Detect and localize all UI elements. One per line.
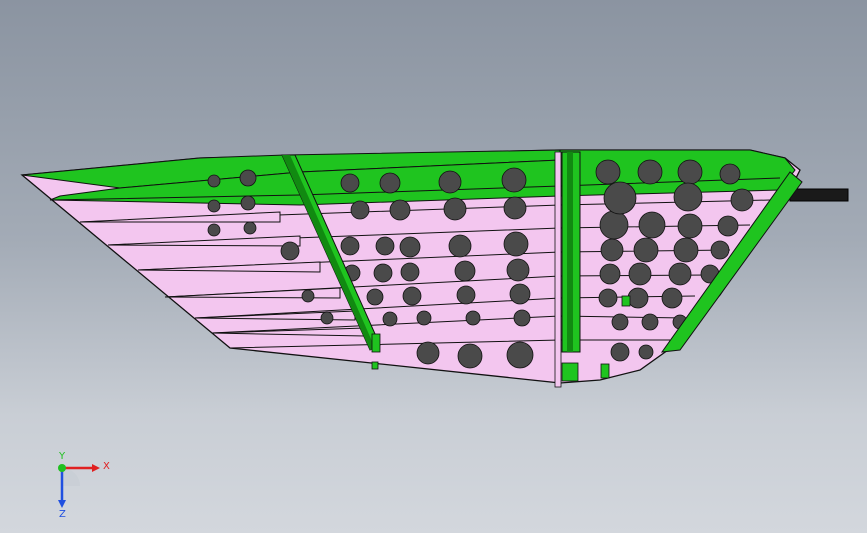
main-spar-shade [567,152,573,352]
wing-3d-model[interactable] [0,0,867,533]
cad-viewport[interactable]: X Y Z [0,0,867,533]
z-arrow-head [58,500,66,508]
carbon-rod[interactable] [789,188,849,202]
y-axis-dot [58,464,66,472]
z-axis-label: Z [59,509,66,518]
main-spar-foot [561,362,579,382]
coordinate-triad: X Y Z [40,448,120,520]
y-axis-label: Y [58,451,66,462]
x-arrow-head [92,464,100,472]
leading-spar-foot [371,361,379,370]
rear-spar-foot [600,363,610,379]
leading-spar-tab [371,333,381,353]
main-spar-web [554,151,562,388]
x-axis-label: X [103,461,110,472]
small-block [621,295,631,307]
